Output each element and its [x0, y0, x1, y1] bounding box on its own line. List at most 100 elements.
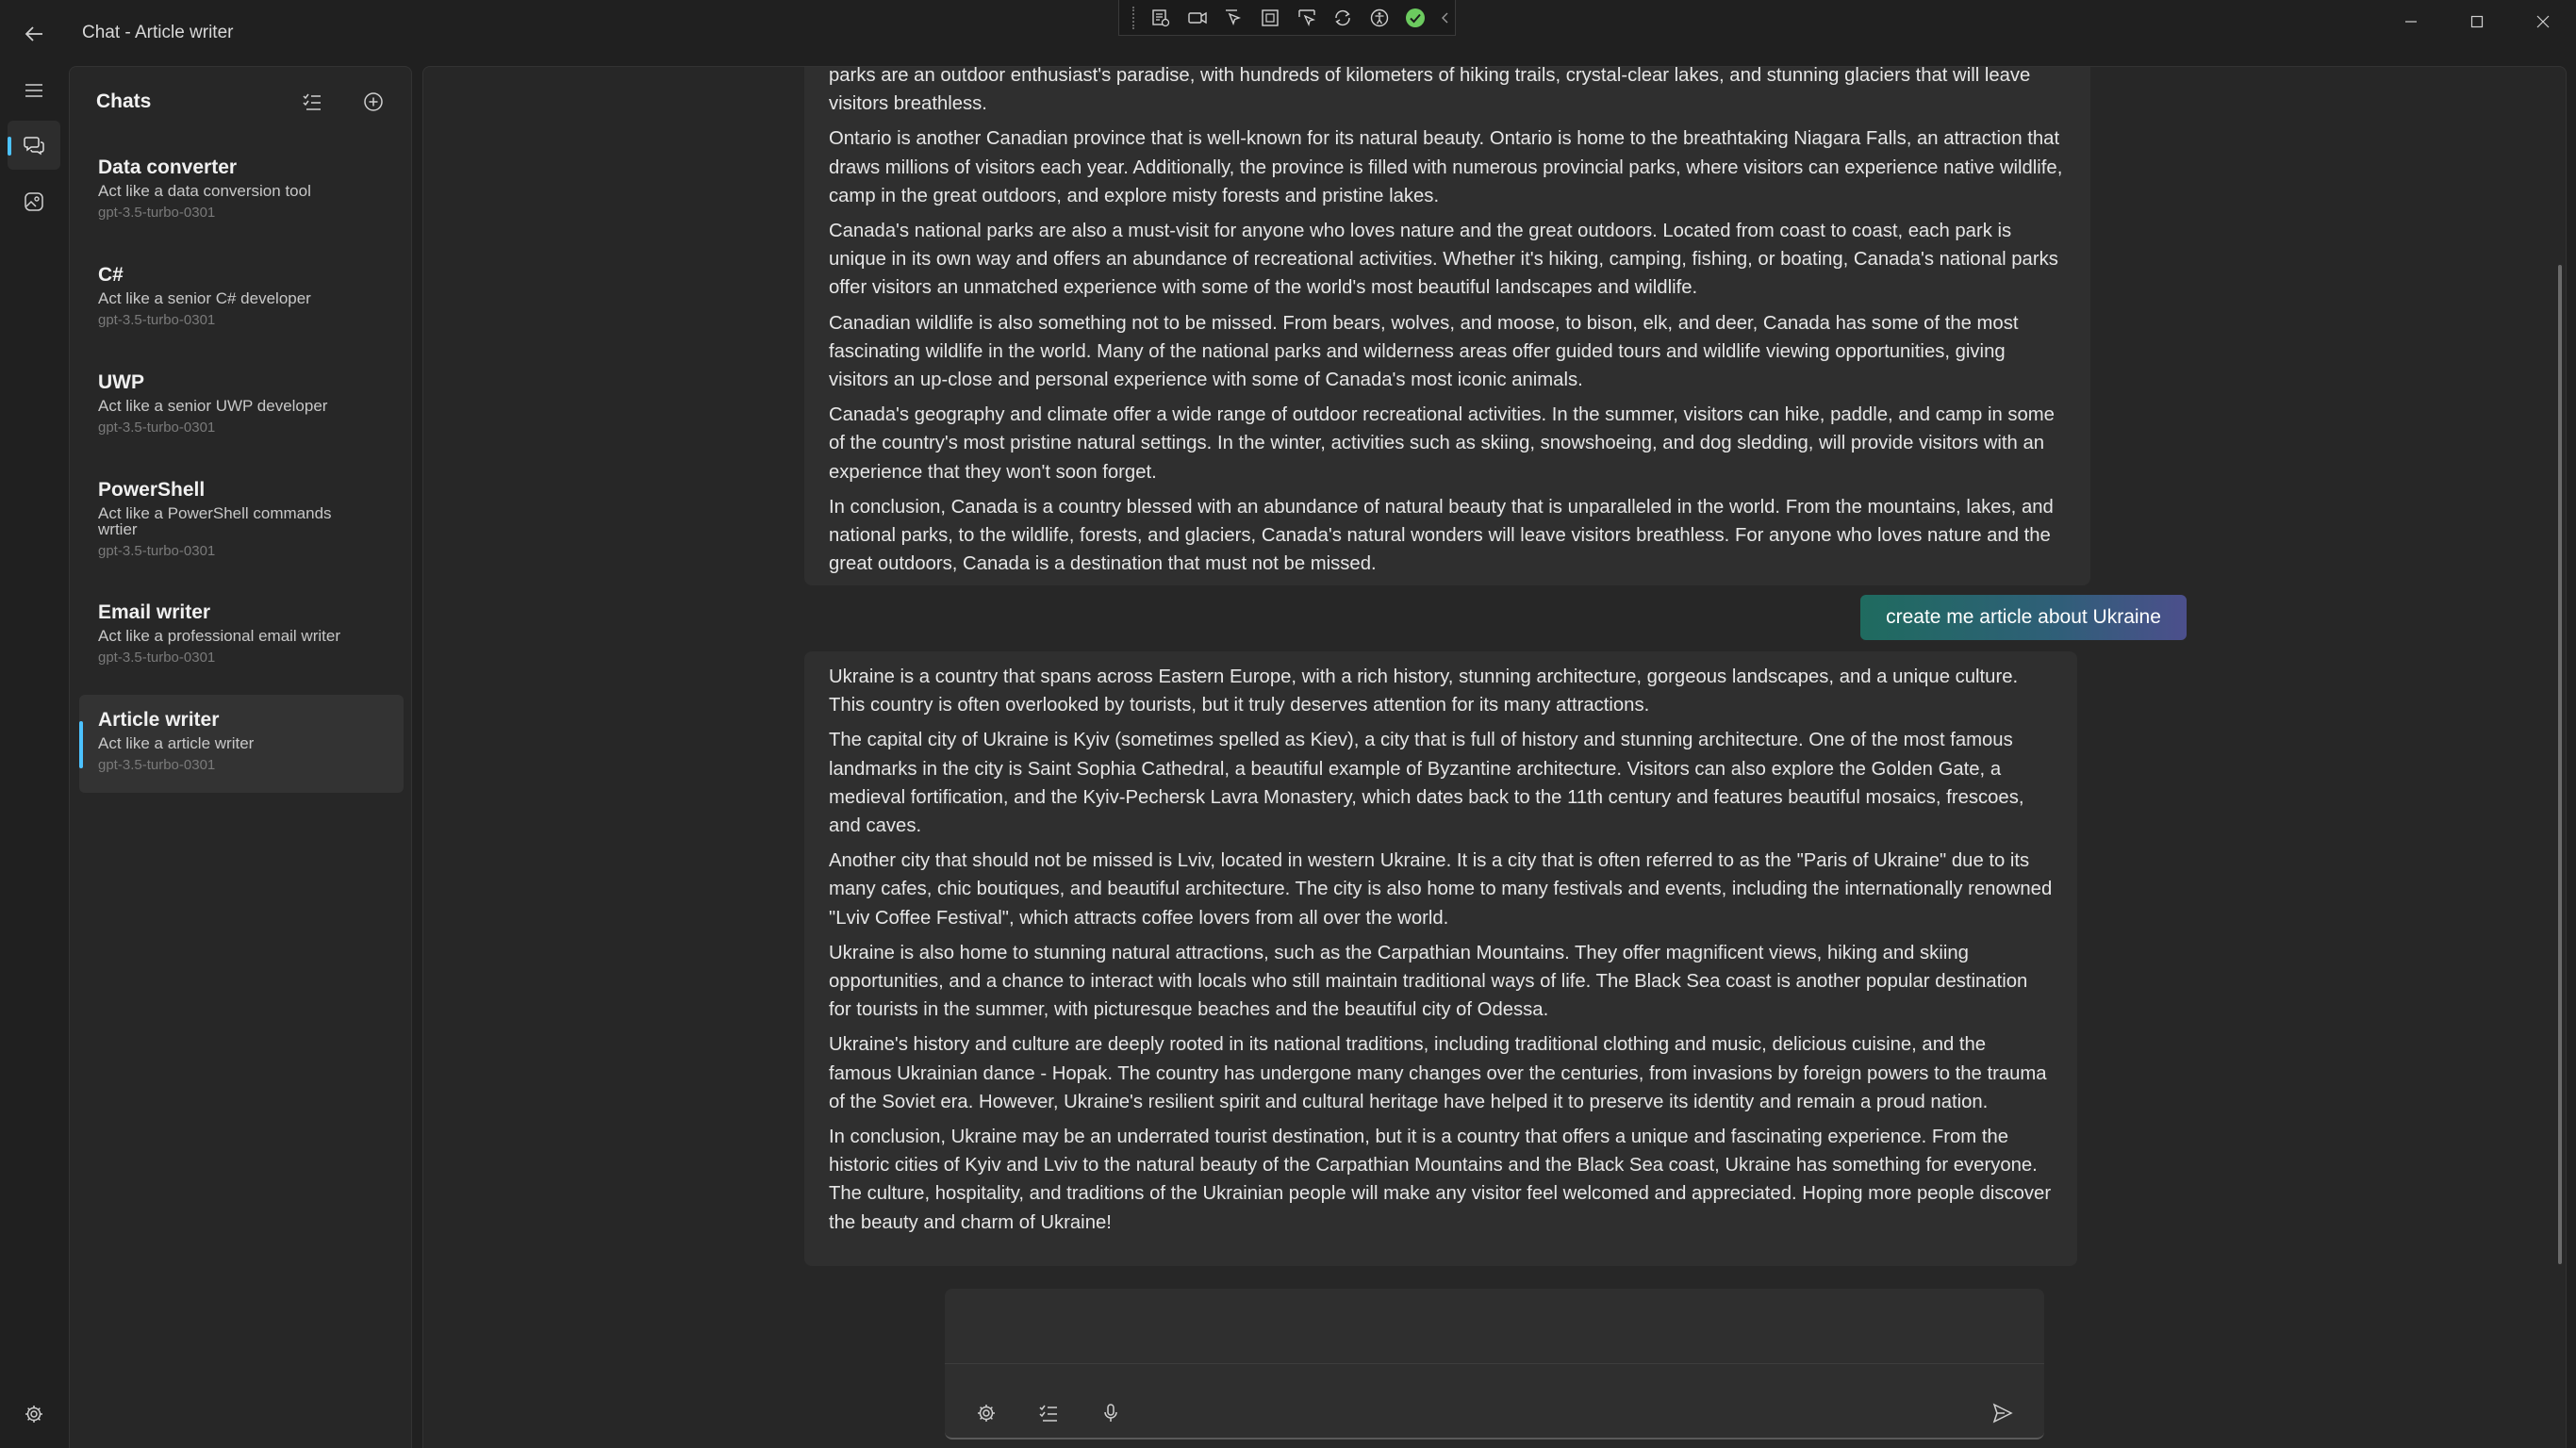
- nav-chats[interactable]: [8, 121, 60, 170]
- chat-list: Data converter Act like a data conversio…: [79, 142, 404, 793]
- chat-item-name: PowerShell: [98, 479, 206, 501]
- new-chat-button[interactable]: [355, 84, 392, 120]
- user-message: create me article about Ukraine: [1860, 595, 2187, 640]
- chat-item-description: Act like a professional email writer: [98, 627, 340, 645]
- select-pointer-icon: [1226, 8, 1242, 25]
- chat-item-description: Act like a senior UWP developer: [98, 397, 328, 415]
- gear-icon: [25, 1406, 42, 1423]
- accessibility-checker-button[interactable]: [1364, 2, 1395, 34]
- chat-item-model: gpt-3.5-turbo-0301: [98, 650, 216, 666]
- assistant-message-ukraine: Ukraine is a country that spans across E…: [804, 651, 2077, 1266]
- conversation-area[interactable]: parks are an outdoor enthusiast's paradi…: [422, 66, 2567, 1448]
- minimize-icon: [2405, 21, 2417, 23]
- visual-tree-icon: [1152, 8, 1170, 26]
- track-focus-icon: [1297, 8, 1315, 26]
- message-paragraph: Ukraine is also home to stunning natural…: [829, 942, 2028, 1021]
- settings-button[interactable]: [8, 1390, 60, 1439]
- status-ok-button[interactable]: [1400, 2, 1431, 34]
- check-circle-icon: [1406, 8, 1426, 27]
- checklist-icon: [1039, 1405, 1057, 1422]
- chat-item-model: gpt-3.5-turbo-0301: [98, 543, 216, 559]
- send-button[interactable]: [1982, 1394, 2023, 1432]
- message-paragraph: Canadian wildlife is also something not …: [829, 312, 2019, 391]
- chat-item-model: gpt-3.5-turbo-0301: [98, 420, 216, 436]
- window-title: Chat - Article writer: [82, 23, 234, 42]
- chat-item-data-converter[interactable]: Data converter Act like a data conversio…: [79, 142, 404, 250]
- chat-item-csharp[interactable]: C# Act like a senior C# developer gpt-3.…: [79, 250, 404, 357]
- chat-item-name: UWP: [98, 371, 144, 393]
- chats-panel-title: Chats: [96, 90, 152, 112]
- chats-panel-header: Chats: [70, 67, 411, 135]
- message-paragraph: Ontario is another Canadian province tha…: [829, 128, 2063, 206]
- chat-item-description: Act like a data conversion tool: [98, 182, 311, 200]
- chat-selection-indicator: [79, 721, 83, 768]
- camera-icon: [1188, 11, 1207, 24]
- app-window: Chat - Article writer Chats Data convert…: [0, 0, 2576, 1448]
- chat-item-name: Email writer: [98, 601, 211, 623]
- hot-reload-icon: [1335, 9, 1350, 25]
- close-icon: [2536, 15, 2550, 28]
- microphone-icon: [1104, 1404, 1117, 1422]
- select-element-button[interactable]: [1218, 2, 1249, 34]
- assistant-message-canada: parks are an outdoor enthusiast's paradi…: [804, 67, 2090, 585]
- chat-item-model: gpt-3.5-turbo-0301: [98, 757, 216, 773]
- chat-item-email-writer[interactable]: Email writer Act like a professional ema…: [79, 587, 404, 695]
- window-controls: [2378, 0, 2576, 43]
- chat-item-model: gpt-3.5-turbo-0301: [98, 205, 216, 221]
- chat-item-name: Data converter: [98, 156, 238, 178]
- chat-item-powershell[interactable]: PowerShell Act like a PowerShell command…: [79, 465, 404, 587]
- display-layout-adorners-button[interactable]: [1255, 2, 1286, 34]
- message-paragraph: Ukraine is a country that spans across E…: [829, 666, 2019, 716]
- chat-item-article-writer[interactable]: Article writer Act like a article writer…: [79, 695, 404, 793]
- navigation-rail: [0, 66, 68, 1448]
- gear-icon: [978, 1405, 995, 1422]
- chat-item-description: Act like a senior C# developer: [98, 289, 311, 307]
- accessibility-icon: [1370, 8, 1389, 26]
- back-button[interactable]: [15, 15, 53, 53]
- track-focused-element-button[interactable]: [1291, 2, 1322, 34]
- message-paragraph: Canada's geography and climate offer a w…: [829, 404, 2055, 483]
- menu-button[interactable]: [8, 66, 60, 115]
- chevron-left-icon: [1442, 12, 1448, 23]
- image-icon: [25, 192, 43, 211]
- collapse-toolbar-button[interactable]: [1437, 2, 1455, 34]
- send-icon: [1992, 1403, 2013, 1423]
- chat-icon: [24, 137, 44, 156]
- manage-chats-button[interactable]: [293, 84, 331, 120]
- toolbar-grip[interactable]: [1132, 6, 1136, 29]
- chat-settings-button[interactable]: [966, 1394, 1007, 1432]
- message-paragraph: In conclusion, Canada is a country bless…: [829, 496, 2054, 575]
- maximize-icon: [2470, 15, 2484, 28]
- back-arrow-icon: [25, 26, 42, 41]
- debug-toolbar: [1118, 0, 1456, 36]
- message-paragraph: Canada's national parks are also a must-…: [829, 221, 2058, 299]
- record-button[interactable]: [1182, 2, 1214, 34]
- add-circle-icon: [364, 92, 383, 111]
- minimize-button[interactable]: [2378, 0, 2444, 43]
- layout-adorner-icon: [1262, 8, 1279, 26]
- chat-item-name: Article writer: [98, 709, 220, 731]
- chat-item-name: C#: [98, 264, 124, 286]
- chats-panel: Chats Data converter Act like a data con…: [69, 66, 412, 1448]
- message-paragraph: In conclusion, Ukraine may be an underra…: [829, 1127, 2052, 1233]
- message-input[interactable]: [945, 1289, 2044, 1364]
- chat-item-model: gpt-3.5-turbo-0301: [98, 312, 216, 328]
- live-visual-tree-button[interactable]: [1146, 2, 1177, 34]
- message-paragraph: Ukraine's history and culture are deeply…: [829, 1034, 2047, 1112]
- message-composer: [945, 1289, 2044, 1440]
- message-paragraph: Another city that should not be missed i…: [829, 850, 2053, 929]
- voice-input-button[interactable]: [1090, 1394, 1131, 1432]
- nav-images[interactable]: [8, 177, 60, 226]
- chat-item-description: Act like a article writer: [98, 734, 255, 752]
- prompt-list-button[interactable]: [1028, 1394, 1069, 1432]
- checklist-icon: [303, 93, 321, 110]
- hamburger-icon: [25, 84, 42, 97]
- nav-selection-indicator: [8, 137, 11, 156]
- hot-reload-button[interactable]: [1328, 2, 1359, 34]
- maximize-button[interactable]: [2444, 0, 2510, 43]
- scrollbar-thumb[interactable]: [2558, 265, 2562, 1264]
- chat-item-uwp[interactable]: UWP Act like a senior UWP developer gpt-…: [79, 357, 404, 465]
- message-paragraph: The capital city of Ukraine is Kyiv (som…: [829, 730, 2024, 837]
- chat-item-description: Act like a PowerShell commands wrtier: [98, 504, 332, 538]
- close-button[interactable]: [2510, 0, 2576, 43]
